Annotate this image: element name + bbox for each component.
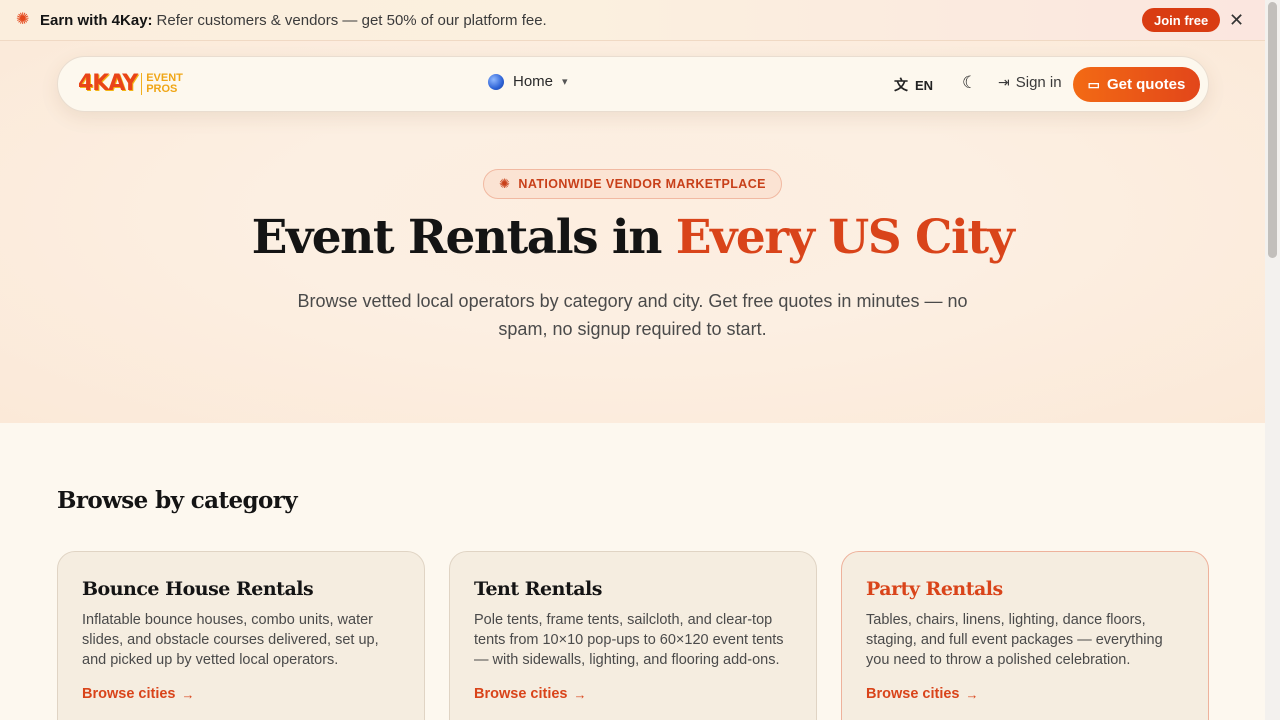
hero-title-accent: Every US City (675, 210, 1015, 265)
category-card-bounce-house[interactable]: Bounce House Rentals Inflatable bounce h… (57, 551, 425, 720)
hero-badge: ✺ NATIONWIDE VENDOR MARKETPLACE (483, 169, 782, 199)
moon-icon[interactable]: ☾ (962, 73, 977, 93)
sign-in-icon: ⇥ (998, 74, 1010, 90)
home-label: Home (513, 73, 554, 90)
navbar: 4KAY EVENT PROS Home ▾ 文 EN ☾ ⇥ Sign in … (57, 56, 1209, 112)
sign-in-link[interactable]: ⇥ Sign in (998, 74, 1062, 91)
sparkles-icon: ✺ (16, 11, 30, 28)
category-card-title: Tent Rentals (474, 578, 602, 600)
browse-cities-label: Browse cities (474, 686, 568, 702)
globe-icon (488, 73, 504, 90)
language-label: EN (915, 77, 934, 93)
sparkles-icon: ✺ (499, 176, 511, 191)
promo-banner: ✺ Earn with 4Kay: Refer customers & vend… (0, 0, 1265, 41)
logo-subtitle: EVENT PROS (146, 72, 183, 95)
browse-cities-label: Browse cities (82, 686, 176, 702)
scrollbar-thumb[interactable] (1268, 2, 1277, 258)
logo-sub-line2: PROS (146, 82, 178, 95)
hero-subtitle: Browse vetted local operators by categor… (297, 291, 968, 339)
browse-cities-link[interactable]: Browse cities → (866, 686, 979, 702)
sign-in-label: Sign in (1015, 74, 1062, 91)
arrow-right-icon: → (965, 686, 979, 702)
language-switcher[interactable]: 文 EN (894, 75, 933, 95)
promo-text: Refer customers & vendors — get 50% of o… (156, 11, 547, 29)
hero-title-main: Event Rentals in (251, 210, 676, 265)
category-card-party[interactable]: Party Rentals Tables, chairs, linens, li… (841, 551, 1209, 720)
category-card-description: Inflatable bounce houses, combo units, w… (82, 612, 379, 668)
category-card-title: Bounce House Rentals (82, 578, 314, 600)
hero-title: Event Rentals in Every US City (0, 210, 1265, 265)
category-card-tent[interactable]: Tent Rentals Pole tents, frame tents, sa… (449, 551, 817, 720)
chat-icon: ▭ (1087, 76, 1100, 92)
home-menu[interactable]: Home ▾ (488, 73, 568, 90)
close-icon[interactable]: ✕ (1229, 10, 1244, 30)
logo-mark: 4KAY (78, 71, 138, 96)
category-card-title: Party Rentals (866, 578, 1003, 600)
browse-cities-link[interactable]: Browse cities → (82, 686, 195, 702)
logo-divider (141, 72, 143, 95)
get-quotes-button[interactable]: ▭ Get quotes (1073, 67, 1200, 102)
translate-icon: 文 (894, 77, 908, 93)
page: ✺ Earn with 4Kay: Refer customers & vend… (0, 0, 1265, 720)
arrow-right-icon: → (181, 686, 195, 702)
category-card-description: Tables, chairs, linens, lighting, dance … (866, 612, 1163, 668)
arrow-right-icon: → (573, 686, 587, 702)
join-free-button[interactable]: Join free (1142, 8, 1221, 32)
category-card-description: Pole tents, frame tents, sailcloth, and … (474, 612, 784, 668)
logo[interactable]: 4KAY EVENT PROS (78, 71, 183, 96)
get-quotes-label: Get quotes (1106, 76, 1186, 93)
browse-cities-link[interactable]: Browse cities → (474, 686, 587, 702)
chevron-down-icon: ▾ (562, 76, 568, 88)
hero-badge-label: NATIONWIDE VENDOR MARKETPLACE (518, 177, 766, 191)
browse-cities-label: Browse cities (866, 686, 960, 702)
category-heading: Browse by category (57, 487, 298, 514)
promo-title: Earn with 4Kay: (40, 11, 153, 29)
